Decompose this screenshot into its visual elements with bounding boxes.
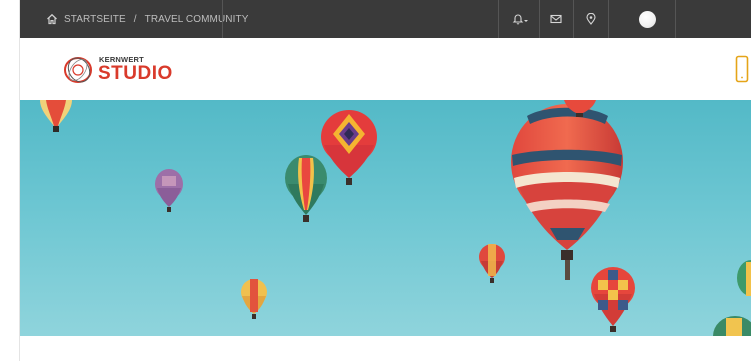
top-bar: STARTSEITE / TRAVEL COMMUNITY [20,0,751,38]
mail-icon [550,14,562,24]
balloon [241,279,267,319]
logo-text-main: STUDIO [98,63,173,84]
balloon [155,169,183,212]
balloon [737,260,751,296]
messages-button[interactable] [542,0,570,38]
balloon [511,104,623,280]
topbar-divider [573,0,574,38]
balloon [40,100,72,132]
topbar-divider [539,0,540,38]
location-button[interactable] [577,0,605,38]
page-frame: STARTSEITE / TRAVEL COMMUNITY KERNWERT S… [20,0,751,361]
topbar-divider [608,0,609,38]
breadcrumb-current[interactable]: TRAVEL COMMUNITY [145,14,249,25]
hero-image [20,100,751,336]
logo-rings-icon [64,57,92,83]
balloon [479,244,505,283]
balloon [713,316,751,336]
content-area [20,336,751,361]
avatar [638,10,656,28]
balloons-illustration [40,100,751,336]
breadcrumb-separator: / [133,13,137,25]
home-icon[interactable] [46,13,58,25]
topbar-divider [222,0,223,38]
breadcrumb: STARTSEITE / TRAVEL COMMUNITY [46,0,248,38]
balloon [321,110,377,185]
mobile-phone-icon[interactable] [735,55,749,88]
location-pin-icon [586,13,596,25]
brand-logo[interactable]: KERNWERT STUDIO [62,53,172,89]
site-header: KERNWERT STUDIO [20,38,751,100]
balloon [591,267,635,332]
breadcrumb-home-link[interactable]: STARTSEITE [64,14,126,25]
bell-icon [512,14,528,25]
notifications-button[interactable] [504,0,536,38]
user-menu-button[interactable] [632,0,662,38]
topbar-divider [675,0,676,38]
topbar-divider [498,0,499,38]
chevron-down-icon [524,20,528,22]
balloon [285,155,327,222]
